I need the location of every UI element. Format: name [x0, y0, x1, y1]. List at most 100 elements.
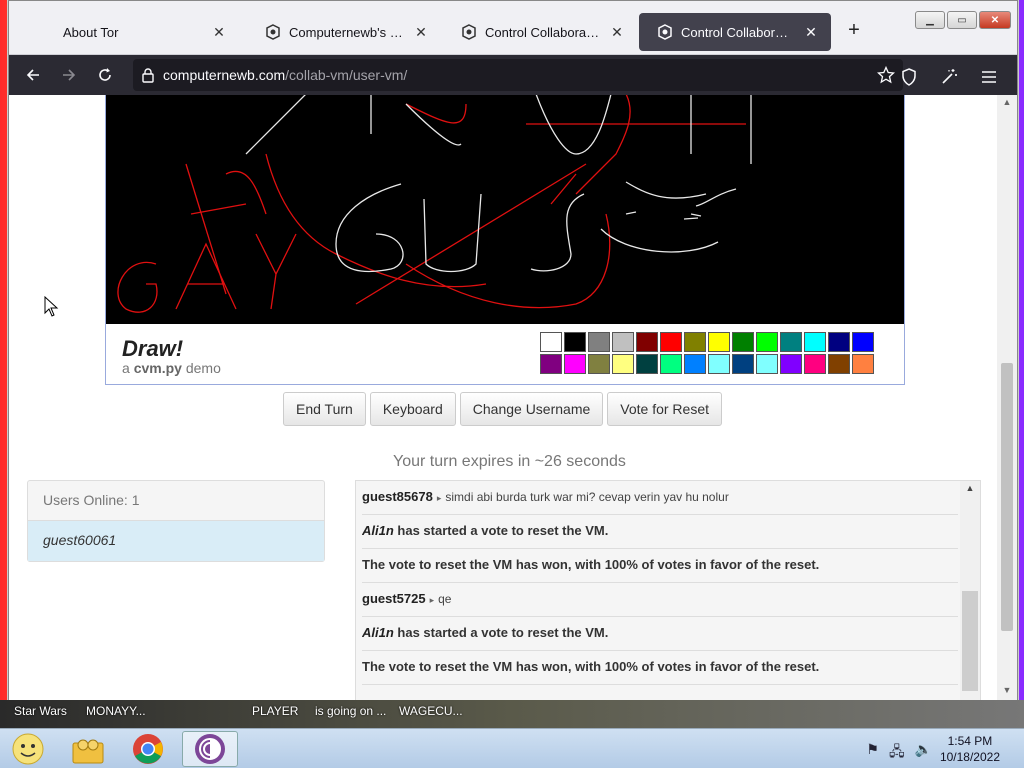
clock-time: 1:54 PM — [947, 734, 993, 748]
maximize-button[interactable]: ▭ — [947, 11, 977, 29]
tab-title: Computernewb's Internet — [289, 24, 405, 40]
people-folder-icon — [72, 739, 104, 764]
change-username-button[interactable]: Change Username — [459, 392, 604, 426]
chevron-up-icon[interactable]: ▲ — [1001, 97, 1013, 109]
color-swatch[interactable] — [756, 332, 778, 352]
color-swatch[interactable] — [684, 354, 706, 374]
users-online-header: Users Online: 1 — [28, 481, 324, 521]
page-scrollbar[interactable]: ▲ ▼ — [997, 95, 1017, 701]
color-swatch[interactable] — [588, 332, 610, 352]
desktop-icon-label[interactable]: is going on ... — [315, 704, 386, 718]
color-swatch[interactable] — [612, 354, 634, 374]
chat-text: simdi abi burda turk war mi? cevap verin… — [445, 490, 729, 504]
chat-scroll-thumb[interactable] — [962, 591, 978, 691]
lock-icon — [142, 68, 154, 83]
color-swatch[interactable] — [684, 332, 706, 352]
tab-computernewb[interactable]: Computernewb's Internet ✕ — [247, 13, 441, 51]
color-swatch[interactable] — [588, 354, 610, 374]
desktop-icon-label[interactable]: Star Wars — [14, 704, 67, 718]
chat-list: guest85678 ▸ simdi abi burda turk war mi? … — [362, 481, 958, 685]
color-swatch[interactable] — [804, 354, 826, 374]
close-icon[interactable]: ✕ — [803, 24, 819, 41]
taskbar-folder[interactable] — [60, 731, 116, 767]
color-swatch[interactable] — [612, 332, 634, 352]
window-controls: ▁ ▭ ✕ — [915, 11, 1011, 29]
taskbar-tor-browser[interactable] — [182, 731, 238, 767]
color-swatch[interactable] — [852, 332, 874, 352]
subtitle-suffix: demo — [185, 360, 221, 376]
forward-arrow-icon[interactable] — [51, 57, 87, 93]
tab-about-tor[interactable]: About Tor ✕ — [45, 13, 239, 51]
chat-scrollbar[interactable]: ▲ — [960, 481, 980, 700]
taskbar-clock[interactable]: 1:54 PM 10/18/2022 — [940, 733, 1000, 765]
browser-window: About Tor ✕ Computernewb's Internet ✕ Co… — [8, 0, 1018, 701]
end-turn-button[interactable]: End Turn — [283, 392, 366, 426]
color-swatch[interactable] — [732, 354, 754, 374]
shield-icon[interactable] — [891, 59, 927, 95]
chat-message: Ali1n has started a vote to reset the VM… — [362, 617, 958, 651]
color-swatch[interactable] — [564, 354, 586, 374]
navigation-bar: computernewb.com/collab-vm/user-vm/ — [9, 55, 1017, 95]
minimize-button[interactable]: ▁ — [915, 11, 945, 29]
tab-title: Control Collaborative Virtu — [681, 24, 795, 40]
back-arrow-icon[interactable] — [15, 57, 51, 93]
color-swatch[interactable] — [708, 332, 730, 352]
color-swatch[interactable] — [540, 332, 562, 352]
taskbar: ⚑ 🖧 🔈 1:54 PM 10/18/2022 — [0, 728, 1024, 768]
color-swatch[interactable] — [804, 332, 826, 352]
color-swatch[interactable] — [540, 354, 562, 374]
desktop-icon-label[interactable]: MONAYY... — [86, 704, 146, 718]
chat-username: Ali1n — [362, 523, 394, 538]
url-path: /collab-vm/user-vm/ — [285, 67, 408, 83]
color-swatch[interactable] — [852, 354, 874, 374]
page-scroll-thumb[interactable] — [1001, 363, 1013, 631]
user-list-item[interactable]: guest60061 — [28, 521, 324, 561]
url-bar[interactable]: computernewb.com/collab-vm/user-vm/ — [133, 59, 903, 91]
magic-wand-icon[interactable] — [931, 59, 967, 95]
tab-bar: About Tor ✕ Computernewb's Internet ✕ Co… — [9, 1, 1017, 55]
color-swatch[interactable] — [708, 354, 730, 374]
keyboard-button[interactable]: Keyboard — [369, 392, 456, 426]
color-swatch[interactable] — [828, 354, 850, 374]
reload-icon[interactable] — [87, 57, 123, 93]
tab-title: Control Collaborative Virtu — [485, 24, 601, 40]
vote-reset-button[interactable]: Vote for Reset — [607, 392, 722, 426]
chevron-up-icon[interactable]: ▲ — [964, 483, 976, 493]
subtitle-prefix: a — [122, 360, 130, 376]
system-tray: ⚑ 🖧 🔈 — [866, 741, 932, 765]
taskbar-chrome[interactable] — [120, 731, 176, 767]
start-button[interactable] — [0, 731, 56, 767]
color-swatch[interactable] — [660, 332, 682, 352]
close-icon[interactable]: ✕ — [211, 24, 227, 41]
volume-icon[interactable]: 🔈 — [915, 741, 932, 765]
close-icon[interactable]: ✕ — [609, 24, 625, 41]
color-swatch[interactable] — [636, 332, 658, 352]
color-swatch[interactable] — [732, 332, 754, 352]
color-swatch[interactable] — [660, 354, 682, 374]
color-swatch[interactable] — [780, 354, 802, 374]
flag-icon[interactable]: ⚑ — [866, 741, 879, 765]
chat-message: The vote to reset the VM has won, with 1… — [362, 549, 958, 583]
network-icon[interactable]: 🖧 — [889, 741, 905, 765]
desktop-icon-label[interactable]: PLAYER — [252, 704, 298, 718]
color-swatch[interactable] — [780, 332, 802, 352]
tab-collabvm-active[interactable]: Control Collaborative Virtu ✕ — [639, 13, 831, 51]
tor-browser-icon — [195, 734, 225, 764]
chat-panel[interactable]: guest85678 ▸ simdi abi burda turk war mi? … — [355, 480, 981, 701]
vm-screen-canvas[interactable] — [106, 95, 904, 324]
tab-collabvm-1[interactable]: Control Collaborative Virtu ✕ — [443, 13, 637, 51]
color-swatch[interactable] — [636, 354, 658, 374]
desktop-icon-label[interactable]: WAGECU... — [399, 704, 463, 718]
tab-title: About Tor — [63, 24, 119, 40]
color-swatch[interactable] — [828, 332, 850, 352]
chat-text: has started a vote to reset the VM. — [397, 625, 609, 640]
color-swatch[interactable] — [564, 332, 586, 352]
menu-icon[interactable] — [971, 59, 1007, 95]
chat-text: The vote to reset the VM has won, with 1… — [362, 557, 820, 572]
close-window-button[interactable]: ✕ — [979, 11, 1011, 29]
close-icon[interactable]: ✕ — [413, 24, 429, 41]
subtitle-bold: cvm.py — [133, 360, 182, 376]
color-swatch[interactable] — [756, 354, 778, 374]
plus-icon[interactable]: + — [844, 19, 864, 43]
chevron-down-icon[interactable]: ▼ — [1001, 685, 1013, 697]
